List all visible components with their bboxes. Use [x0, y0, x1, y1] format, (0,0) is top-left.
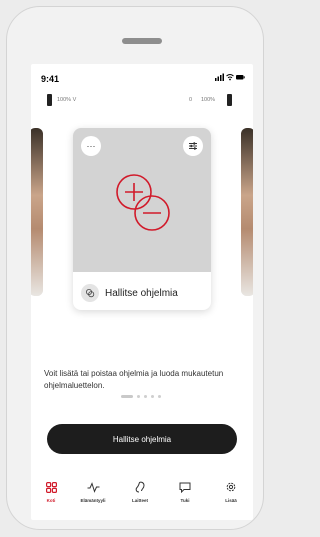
gear-icon — [225, 480, 237, 494]
manage-programs-card[interactable]: ··· Hallitse ohjelmia — [73, 128, 211, 310]
system-icons — [215, 73, 245, 83]
pagination-dot-active[interactable] — [121, 394, 133, 398]
hearing-aid-battery-row: 100% V 0 100% — [31, 94, 253, 110]
previous-program-card[interactable] — [31, 128, 43, 296]
phone-speaker — [122, 38, 162, 44]
app-screen: 9:41 100% V 0 100% ··· Hallitse ohjelmia… — [31, 64, 253, 520]
more-icon: ··· — [86, 141, 96, 151]
bottom-tab-bar: Koti Elämäntyyli Laitteet Tuki Lisää — [31, 472, 253, 520]
pagination-dot[interactable] — [151, 394, 154, 398]
tab-label: Koti — [46, 498, 56, 503]
tab-label: Elämäntyyli — [80, 498, 106, 503]
right-battery-percent: 100% — [201, 97, 216, 103]
manage-programs-button[interactable]: Hallitse ohjelmia — [47, 424, 237, 454]
left-battery-label: 100% V — [57, 97, 77, 103]
phone-frame: 9:41 100% V 0 100% ··· Hallitse ohjelmia… — [6, 6, 264, 530]
manage-programs-icon — [81, 284, 99, 302]
right-battery-value: 0 — [189, 97, 193, 103]
hearing-aid-icon — [134, 480, 146, 494]
status-time: 9:41 — [41, 74, 60, 84]
program-photo — [31, 128, 43, 296]
pagination-dot[interactable] — [137, 394, 140, 398]
activity-icon — [87, 480, 100, 494]
status-bar: 9:41 — [31, 64, 253, 88]
sliders-icon — [189, 142, 197, 150]
tab-more[interactable]: Lisää — [211, 480, 251, 510]
description-text: Voit lisätä tai poistaa ohjelmia ja luod… — [44, 369, 224, 390]
next-program-card[interactable] — [241, 128, 253, 296]
pagination-dot[interactable] — [158, 394, 161, 398]
tab-label: Lisää — [225, 498, 237, 503]
pagination-dot[interactable] — [144, 394, 147, 398]
right-battery-icon — [227, 94, 232, 106]
program-photo — [241, 128, 253, 296]
tab-devices[interactable]: Laitteet — [120, 480, 160, 510]
carousel-pagination — [121, 394, 165, 398]
tab-label: Laitteet — [131, 498, 148, 503]
tab-home[interactable]: Koti — [31, 480, 71, 510]
tab-lifestyle[interactable]: Elämäntyyli — [73, 480, 113, 510]
program-carousel[interactable]: ··· Hallitse ohjelmia — [31, 124, 253, 398]
more-options-button[interactable]: ··· — [81, 136, 101, 156]
tab-label: Tuki — [180, 498, 190, 503]
chat-icon — [179, 480, 191, 494]
home-grid-icon — [45, 480, 57, 494]
card-title: Hallitse ohjelmia — [105, 287, 178, 299]
left-battery-icon — [47, 94, 52, 106]
program-settings-button[interactable] — [183, 136, 203, 156]
card-footer[interactable]: Hallitse ohjelmia — [81, 281, 203, 305]
tab-support[interactable]: Tuki — [165, 480, 205, 510]
